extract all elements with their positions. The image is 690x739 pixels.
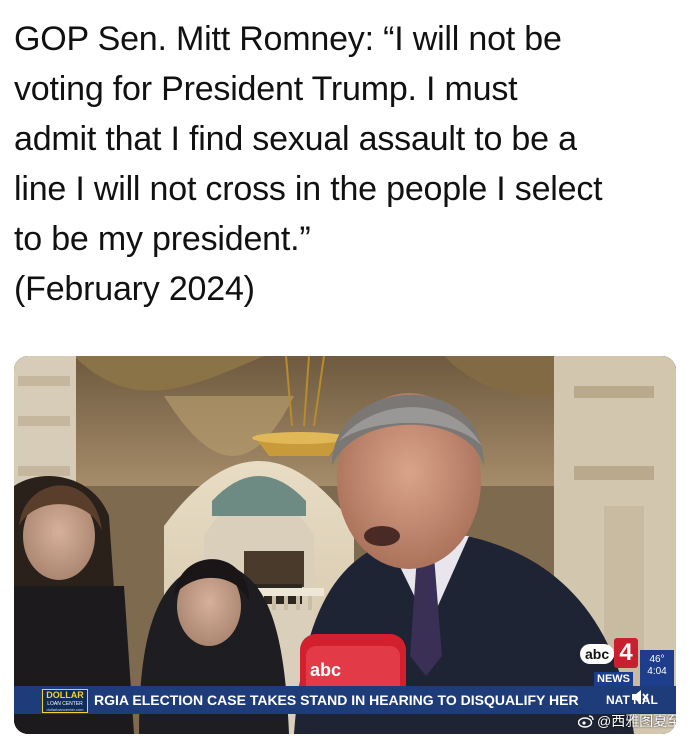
capitol-rotunda-scene (14, 356, 676, 734)
broadcast-time: 4:04 (647, 666, 667, 677)
post-text: GOP Sen. Mitt Romney: “I will not be vot… (14, 14, 676, 314)
sponsor-url: dollarloancenter.com (46, 707, 84, 712)
watermark: @西雅图夏至 (578, 712, 676, 730)
speaker-mute-icon[interactable] (631, 689, 649, 709)
post-video-frame[interactable]: abc abc 4 NEWS 46° 4:04 DOLLAR LOAN CENT… (14, 356, 676, 734)
post-text-line: to be my president.” (14, 220, 311, 258)
news-tag: NEWS (594, 672, 633, 686)
post-text-line: line I will not cross in the people I se… (14, 170, 603, 208)
post-text-date: (February 2024) (14, 270, 255, 308)
channel-number: 4 (614, 638, 638, 668)
weibo-icon (578, 715, 594, 728)
ticker-headline: RGIA ELECTION CASE TAKES STAND IN HEARIN… (94, 692, 579, 708)
news-ticker: DOLLAR LOAN CENTER dollarloancenter.com … (14, 686, 676, 714)
post-text-line: voting for President Trump. I must (14, 70, 518, 108)
sponsor-name: DOLLAR (46, 690, 84, 700)
weather-temperature: 46° (649, 654, 665, 665)
watermark-text: @西雅图夏至 (597, 713, 676, 729)
abc-logo-text: abc (580, 644, 615, 664)
post-text-line: GOP Sen. Mitt Romney: “I will not be (14, 20, 562, 58)
sponsor-logo: DOLLAR LOAN CENTER dollarloancenter.com (42, 689, 88, 713)
post-text-line: admit that I find sexual assault to be a (14, 120, 577, 158)
mic-flag-label: abc (310, 660, 342, 680)
